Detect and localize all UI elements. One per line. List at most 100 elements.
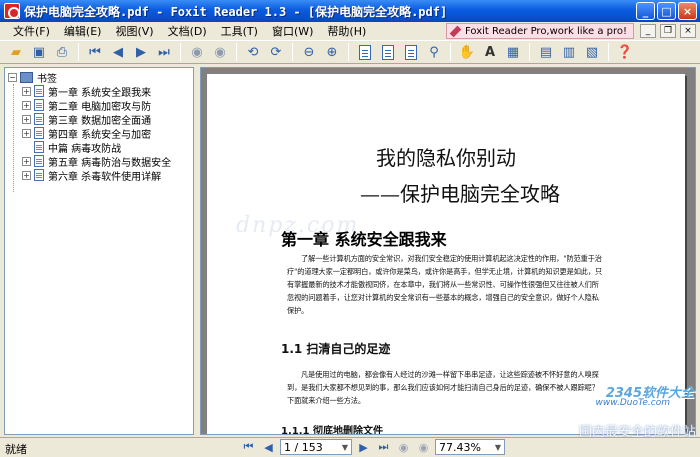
menu-window[interactable]: 窗口(W) xyxy=(265,23,320,39)
last-page-icon[interactable]: ⏭ xyxy=(154,42,174,62)
expand-icon[interactable]: + xyxy=(22,128,31,138)
status-bar: 就绪 ⏮ ◀ 1 / 153 ▼ ▶ ⏭ ◉ ◉ 77.43% ▼ xyxy=(0,437,700,457)
bookmark-page-icon xyxy=(34,113,44,125)
text-select-icon[interactable]: A xyxy=(480,42,500,62)
fit-width-icon[interactable] xyxy=(401,42,421,62)
foxit-app-icon[interactable] xyxy=(4,3,20,19)
single-page-icon[interactable]: ▤ xyxy=(536,42,556,62)
document-view[interactable]: 我的隐私你别动 ——保护电脑完全攻略 第一章 系统安全跟我来 了解一些计算机方面… xyxy=(200,67,696,435)
doc-restore-button[interactable]: ❐ xyxy=(660,24,676,38)
bookmark-label: 第三章 数据加密全面通 xyxy=(48,115,152,127)
menu-tools[interactable]: 工具(T) xyxy=(214,23,265,39)
subsection-heading: 1.1.1 彻底地删除文件 xyxy=(281,426,383,435)
toolbar: ▰ ▣ ⎙ ⏮ ◀ ▶ ⏭ ◉ ◉ ⟲ ⟳ ⊖ ⊕ ⚲ ✋ A ▦ ▤ ▥ ▧ … xyxy=(0,40,700,64)
bookmark-page-icon xyxy=(34,85,44,97)
print-icon[interactable]: ⎙ xyxy=(52,42,72,62)
menu-edit[interactable]: 编辑(E) xyxy=(57,23,109,39)
facing-icon[interactable]: ▧ xyxy=(582,42,602,62)
zoom-out-icon[interactable]: ⊖ xyxy=(299,42,319,62)
chevron-down-icon[interactable]: ▼ xyxy=(495,443,501,452)
bookmark-item[interactable]: 中篇 病毒攻防战 xyxy=(34,140,121,155)
rotate-right-icon[interactable]: ⟳ xyxy=(266,42,286,62)
toolbar-separator xyxy=(450,43,451,61)
paragraph: 凡是使用过的电脑，都会像有人经过的沙滩一样留下串串足迹，让这些踪迹被不怀好意的人… xyxy=(287,370,599,405)
forward-button[interactable]: ◉ xyxy=(415,439,432,455)
save-icon[interactable]: ▣ xyxy=(29,42,49,62)
menu-file[interactable]: 文件(F) xyxy=(6,23,57,39)
help-icon[interactable]: ❓ xyxy=(615,42,635,62)
collapse-icon[interactable]: − xyxy=(8,72,17,82)
snapshot-icon[interactable]: ▦ xyxy=(503,42,523,62)
hand-tool-icon[interactable]: ✋ xyxy=(457,42,477,62)
bookmark-item[interactable]: + 第二章 电脑加密攻与防 xyxy=(22,98,152,113)
maximize-button[interactable]: □ xyxy=(657,2,676,20)
status-text: 就绪 xyxy=(5,443,27,456)
bookmark-page-icon xyxy=(34,99,44,111)
menu-help[interactable]: 帮助(H) xyxy=(320,23,373,39)
find-icon[interactable]: ⚲ xyxy=(424,42,444,62)
toolbar-separator xyxy=(348,43,349,61)
prev-page-button[interactable]: ◀ xyxy=(260,439,277,455)
window-controls: _ □ × xyxy=(636,2,697,20)
doc-close-button[interactable]: × xyxy=(680,24,696,38)
bookmark-label: 第四章 系统安全与加密 xyxy=(48,129,152,141)
fit-page-icon[interactable] xyxy=(378,42,398,62)
bookmark-label: 第五章 病毒防治与数据安全 xyxy=(48,157,172,169)
expand-icon[interactable]: + xyxy=(22,100,31,110)
chevron-down-icon[interactable]: ▼ xyxy=(342,443,348,452)
page-navigation: ⏮ ◀ 1 / 153 ▼ ▶ ⏭ ◉ ◉ 77.43% ▼ xyxy=(240,439,505,455)
expand-icon[interactable]: + xyxy=(22,170,31,180)
zoom-in-icon[interactable]: ⊕ xyxy=(322,42,342,62)
toolbar-separator xyxy=(529,43,530,61)
actual-size-icon[interactable] xyxy=(355,42,375,62)
page-indicator: 1 / 153 xyxy=(284,440,323,454)
expand-icon[interactable]: + xyxy=(22,156,31,166)
toolbar-separator xyxy=(78,43,79,61)
back-icon[interactable]: ◉ xyxy=(187,42,207,62)
bookmark-item[interactable]: + 第四章 系统安全与加密 xyxy=(22,126,152,141)
bookmarks-panel[interactable]: − 书签 + 第一章 系统安全跟我来 + 第二章 电脑加密攻与防 + 第三章 数… xyxy=(4,67,194,435)
bookmark-item[interactable]: + 第五章 病毒防治与数据安全 xyxy=(22,154,172,169)
doc-minimize-button[interactable]: _ xyxy=(640,24,656,38)
menu-document[interactable]: 文档(D) xyxy=(161,23,214,39)
close-button[interactable]: × xyxy=(678,2,697,20)
toolbar-separator xyxy=(180,43,181,61)
first-page-button[interactable]: ⏮ xyxy=(240,439,257,455)
next-page-button[interactable]: ▶ xyxy=(355,439,372,455)
expand-icon[interactable]: + xyxy=(22,114,31,124)
page-number-field[interactable]: 1 / 153 ▼ xyxy=(280,439,352,455)
bookmark-label: 第六章 杀毒软件使用详解 xyxy=(48,171,162,183)
logo-url: www.DuoTe.com xyxy=(595,398,670,408)
bookmark-item[interactable]: + 第三章 数据加密全面通 xyxy=(22,112,152,127)
pro-ad-banner[interactable]: Foxit Reader Pro,work like a pro! xyxy=(446,23,634,39)
book-subtitle: ——保护电脑完全攻略 xyxy=(360,182,560,206)
bookmark-root-label: 书签 xyxy=(37,73,57,85)
bookmark-label: 第一章 系统安全跟我来 xyxy=(48,87,152,99)
open-icon[interactable]: ▰ xyxy=(6,42,26,62)
bookmark-root[interactable]: − 书签 xyxy=(8,70,57,85)
expand-icon[interactable]: + xyxy=(22,86,31,96)
pen-icon xyxy=(449,25,462,38)
bookmark-item[interactable]: + 第六章 杀毒软件使用详解 xyxy=(22,168,162,183)
menu-view[interactable]: 视图(V) xyxy=(108,23,160,39)
forward-icon[interactable]: ◉ xyxy=(210,42,230,62)
bookmark-page-icon xyxy=(34,141,44,153)
continuous-icon[interactable]: ▥ xyxy=(559,42,579,62)
last-page-button[interactable]: ⏭ xyxy=(375,439,392,455)
toolbar-separator xyxy=(236,43,237,61)
paragraph: 了解一些计算机方面的安全常识，对我们安全稳定的使用计算机起这决定性的作用，"防范… xyxy=(287,254,603,315)
minimize-button[interactable]: _ xyxy=(636,2,655,20)
back-button[interactable]: ◉ xyxy=(395,439,412,455)
bookmark-label: 第二章 电脑加密攻与防 xyxy=(48,101,152,113)
prev-page-icon[interactable]: ◀ xyxy=(108,42,128,62)
zoom-level: 77.43% xyxy=(439,440,481,454)
bookmark-page-icon xyxy=(34,169,44,181)
pdf-page: 我的隐私你别动 ——保护电脑完全攻略 第一章 系统安全跟我来 了解一些计算机方面… xyxy=(207,74,685,435)
zoom-field[interactable]: 77.43% ▼ xyxy=(435,439,505,455)
book-title: 我的隐私你别动 xyxy=(376,146,516,170)
rotate-left-icon[interactable]: ⟲ xyxy=(243,42,263,62)
next-page-icon[interactable]: ▶ xyxy=(131,42,151,62)
bookmark-item[interactable]: + 第一章 系统安全跟我来 xyxy=(22,84,152,99)
bookmark-folder-icon xyxy=(20,71,33,83)
first-page-icon[interactable]: ⏮ xyxy=(85,42,105,62)
